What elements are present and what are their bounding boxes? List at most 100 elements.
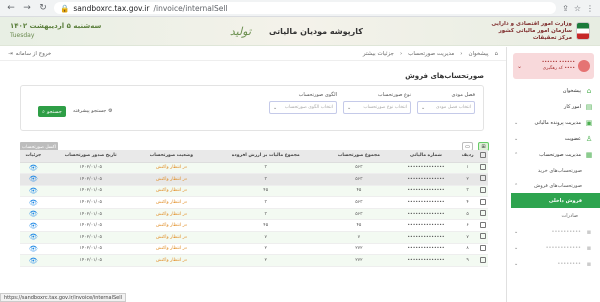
- row-checkbox[interactable]: [477, 243, 488, 256]
- details-eye-icon[interactable]: 👁: [20, 243, 47, 256]
- details-eye-icon[interactable]: 👁: [20, 219, 47, 233]
- sidebar-item-disabled-1[interactable]: ⌄ •••••••••• ▪: [507, 224, 600, 240]
- pattern-select[interactable]: ⌄ انتخاب الگوی صورتحساب: [269, 101, 337, 114]
- content-topbar: ⇥ خروج از سامانه جزئیات بیشتر › مدیریت ص…: [0, 47, 506, 61]
- cell-taxno: ••••••••••••••: [394, 231, 458, 244]
- chevron-down-icon: ⌄: [514, 136, 519, 142]
- cell-vat: ۳: [208, 173, 324, 186]
- extensions-icon[interactable]: ⋮: [586, 4, 594, 13]
- period-filter: فصل مودی ⌄ انتخاب فصل مودی: [417, 92, 475, 114]
- cell-total: ۲۷۲: [323, 254, 395, 267]
- row-checkbox[interactable]: [477, 254, 488, 267]
- lock-icon: ▪: [586, 244, 592, 252]
- cell-vat: ۴۵: [208, 185, 324, 198]
- period-select[interactable]: ⌄ انتخاب فصل مودی: [417, 101, 475, 114]
- table-row[interactable]: 👁 ۱۴۰۲/۰۱/۰۵ در انتظار واکنش ۴۵ ۴۵ ••••••••••…: [20, 219, 488, 233]
- details-eye-icon[interactable]: 👁: [20, 254, 47, 267]
- table-row[interactable]: 👁 ۱۴۰۲/۰۱/۰۵ در انتظار واکنش ۷ ۷ ••••••••••••…: [20, 231, 488, 244]
- address-bar[interactable]: 🔒 sandboxrc.tax.gov.ir/invoice/internalS…: [54, 2, 557, 14]
- sidebar-item-invoice-management[interactable]: ⌃ مدیریت صورتحساب ▦: [507, 147, 600, 163]
- breadcrumb-item-3[interactable]: جزئیات بیشتر: [363, 51, 394, 57]
- cell-taxno: ••••••••••••••: [394, 243, 458, 256]
- details-eye-icon[interactable]: 👁: [20, 185, 47, 198]
- cell-date: ۱۴۰۲/۰۱/۰۵: [46, 219, 135, 233]
- home-icon: ⌂: [586, 87, 592, 95]
- cell-index: ۹: [457, 254, 478, 267]
- chevron-down-icon: ⌄: [514, 261, 519, 267]
- invoice-type-select[interactable]: ⌄ انتخاب نوع صورتحساب: [343, 101, 411, 114]
- reload-icon[interactable]: ↻: [38, 3, 48, 13]
- user-card[interactable]: ⌄ •••••• •••••• کد رهگیری ••••: [513, 53, 594, 79]
- cell-total: ۵۶۳: [323, 208, 395, 221]
- emblem-icon: [575, 22, 590, 40]
- sidebar-item-purchase-invoices[interactable]: صورتحساب‌های خرید: [507, 163, 600, 178]
- star-icon[interactable]: ☆: [574, 4, 581, 13]
- chevron-down-icon: ⌄: [273, 104, 278, 111]
- sidebar-item-sales-invoices[interactable]: ⌃ صورتحساب‌های فروش: [507, 178, 600, 193]
- search-button[interactable]: ⌕ جستجو: [38, 106, 66, 117]
- sidebar-item-membership[interactable]: ⌄ عضویت ♙: [507, 131, 600, 147]
- status-bar-url: https://sandboxrc.tax.gov.ir/invoice/int…: [0, 293, 127, 302]
- row-checkbox[interactable]: [477, 162, 488, 175]
- row-checkbox[interactable]: [477, 208, 488, 221]
- details-eye-icon[interactable]: 👁: [20, 208, 47, 221]
- invoice-type-filter: نوع صورتحساب ⌄ انتخاب نوع صورتحساب: [343, 92, 411, 114]
- cell-status: در انتظار واکنش: [134, 196, 209, 209]
- sidebar-item-exports[interactable]: صادرات: [507, 208, 600, 224]
- sidebar-item-domestic-sales[interactable]: فروش داخلی: [511, 193, 600, 208]
- details-eye-icon[interactable]: 👁: [20, 231, 47, 244]
- details-eye-icon[interactable]: 👁: [20, 196, 47, 209]
- row-checkbox[interactable]: [477, 231, 488, 244]
- cell-total: ۵۶۳: [323, 196, 395, 209]
- cell-status: در انتظار واکنش: [134, 208, 209, 221]
- sidebar-item-dashboard[interactable]: پیشخوان ⌂: [507, 83, 600, 99]
- col-taxno: شماره مالیاتی: [394, 150, 458, 163]
- details-eye-icon[interactable]: 👁: [20, 173, 47, 186]
- table-row[interactable]: 👁 ۱۴۰۲/۰۱/۰۵ در انتظار واکنش ۲ ۲۷۲ ••••••••••…: [20, 243, 488, 256]
- cell-index: ۵: [457, 208, 478, 221]
- back-icon[interactable]: ←: [6, 3, 16, 13]
- sidebar-item-tax-file[interactable]: ⌄ مدیریت پرونده مالیاتی ▣: [507, 115, 600, 131]
- row-checkbox[interactable]: [477, 185, 488, 198]
- chevron-up-icon: ⌃: [514, 182, 519, 189]
- forward-icon[interactable]: →: [22, 3, 32, 13]
- sidebar-item-disabled-2[interactable]: ⌄ •••••••••••• ▪: [507, 240, 600, 256]
- cell-total: ۴۵: [323, 219, 395, 233]
- sidebar-item-disabled-3[interactable]: ⌄ •••••••• ▪: [507, 256, 600, 272]
- cell-status: در انتظار واکنش: [134, 162, 209, 175]
- cell-status: در انتظار واکنش: [134, 219, 209, 233]
- table-toolbar: اکسل صورتحساب ⊞ ▭: [0, 131, 506, 152]
- cell-date: ۱۴۰۲/۰۱/۰۵: [46, 196, 135, 209]
- row-checkbox[interactable]: [477, 196, 488, 209]
- cell-date: ۱۴۰۲/۰۱/۰۵: [46, 162, 135, 175]
- cell-total: ۴۵: [323, 185, 395, 198]
- share-icon[interactable]: ⇪: [562, 4, 569, 13]
- cell-taxno: ••••••••••••••: [394, 173, 458, 186]
- table-row[interactable]: 👁 ۱۴۰۲/۰۱/۰۵ در انتظار واکنش ۳ ۵۶۳ ••••••••••…: [20, 173, 488, 186]
- row-checkbox[interactable]: [477, 219, 488, 233]
- select-all-checkbox[interactable]: [477, 150, 488, 163]
- org-logo: وزارت امور اقتصادی و دارایی سازمان امور …: [491, 21, 590, 42]
- cell-status: در انتظار واکنش: [134, 173, 209, 186]
- breadcrumb-item-1[interactable]: پیشخوان: [468, 51, 488, 57]
- row-checkbox[interactable]: [477, 173, 488, 186]
- sidebar-item-tasks[interactable]: امور کار ▤: [507, 99, 600, 115]
- breadcrumb-item-2[interactable]: مدیریت صورتحساب: [408, 51, 454, 57]
- cell-vat: ۲: [208, 243, 324, 256]
- logout-button[interactable]: ⇥ خروج از سامانه: [8, 51, 51, 57]
- table-row[interactable]: 👁 ۱۴۰۲/۰۱/۰۵ در انتظار واکنش ۴۵ ۴۵ ••••••••••…: [20, 185, 488, 198]
- table-row[interactable]: 👁 ۱۴۰۲/۰۱/۰۵ در انتظار واکنش ۲ ۲۷۲ ••••••••••…: [20, 254, 488, 267]
- cell-taxno: ••••••••••••••: [394, 185, 458, 198]
- table-row[interactable]: 👁 ۱۴۰۲/۰۱/۰۵ در انتظار واکنش ۳ ۵۶۳ ••••••••••…: [20, 196, 488, 209]
- table-row[interactable]: 👁 ۱۴۰۲/۰۱/۰۵ در انتظار واکنش ۳ ۵۶۳ ••••••••••…: [20, 208, 488, 221]
- col-details: جزئیات: [20, 150, 47, 163]
- table-row[interactable]: 👁 ۱۴۰۲/۰۱/۰۵ در انتظار واکنش ۳ ۵۶۳ ••••••••••…: [20, 162, 488, 175]
- advanced-search-toggle[interactable]: جستجو پیشرفته ⚙: [73, 108, 113, 114]
- chevron-down-icon: ⌄: [514, 229, 519, 235]
- cell-status: در انتظار واکنش: [134, 231, 209, 244]
- url-host: sandboxrc.tax.gov.ir: [73, 3, 150, 13]
- cell-vat: ۳: [208, 196, 324, 209]
- filter-panel: فصل مودی ⌄ انتخاب فصل مودی نوع صورتحساب …: [20, 85, 484, 131]
- details-eye-icon[interactable]: 👁: [20, 162, 47, 175]
- home-icon[interactable]: ⌂: [495, 51, 499, 57]
